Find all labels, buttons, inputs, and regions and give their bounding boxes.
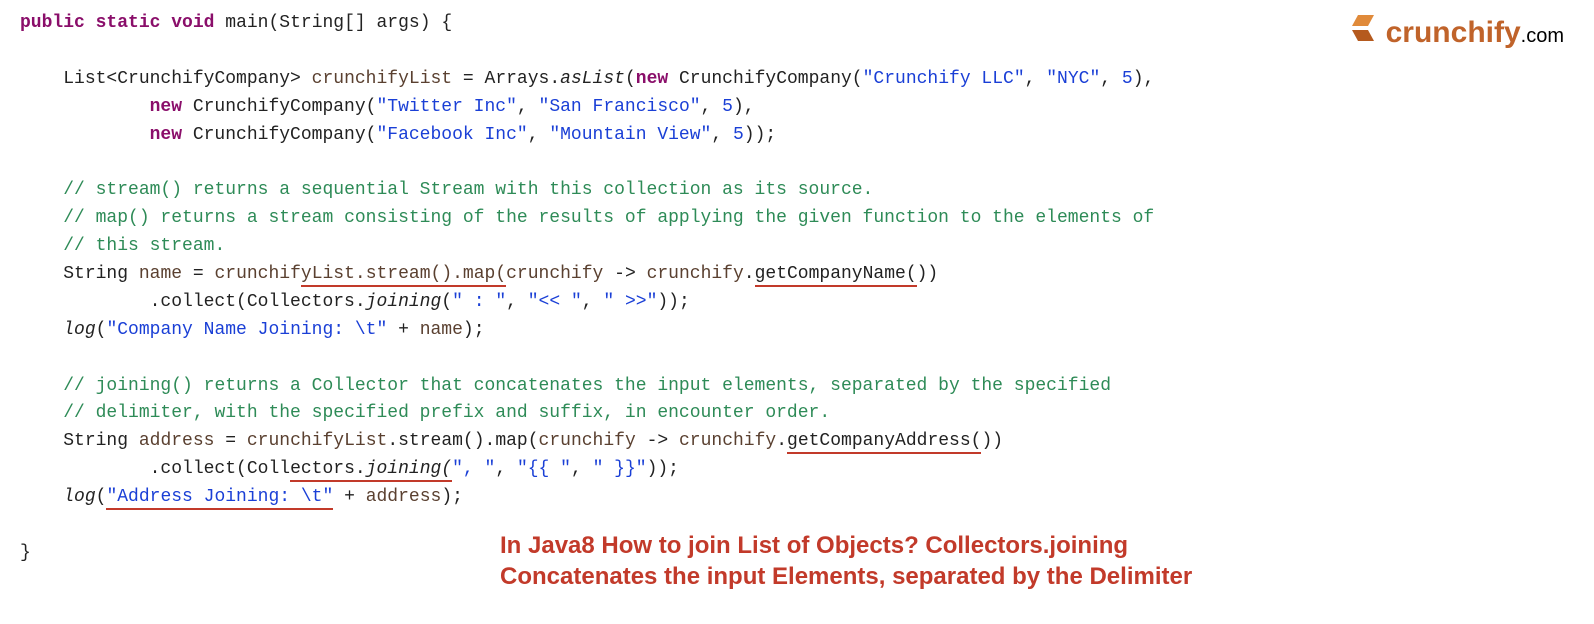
a1c: .stream().map(: [387, 431, 538, 451]
kw-static: static: [96, 13, 161, 33]
log1-str: "Company Name Joining: \t": [106, 320, 387, 340]
l1-s1: "Crunchify LLC": [863, 69, 1025, 89]
l3-s1: "Facebook Inc": [376, 125, 527, 145]
n1-name: name: [139, 264, 182, 284]
caption-line2: Concatenates the input Elements, separat…: [500, 563, 1192, 590]
code-block: public static void main(String[] args) {…: [20, 10, 1574, 568]
col2-join: joining(: [366, 459, 452, 482]
log1b: (: [96, 320, 107, 340]
l1-comp1: CrunchifyCompany(: [668, 69, 862, 89]
caption: In Java8 How to join List of Objects? Co…: [500, 530, 1500, 592]
l1b: = Arrays.: [452, 69, 560, 89]
l1-aslist: asList: [560, 69, 625, 89]
close-brace: }: [20, 543, 31, 563]
l2-comp: CrunchifyCompany(: [182, 97, 376, 117]
a1-name: address: [139, 431, 215, 451]
col1c: ));: [657, 292, 689, 312]
brand-text: crunchify: [1386, 16, 1521, 49]
log2d: );: [441, 487, 463, 507]
l3-s2: "Mountain View": [549, 125, 711, 145]
n1c: crunchify: [506, 264, 603, 284]
comment-1: // stream() returns a sequential Stream …: [63, 180, 873, 200]
log1d: );: [463, 320, 485, 340]
l1c: (: [625, 69, 636, 89]
n1-var: crunchif: [214, 264, 300, 284]
col2c: ));: [647, 459, 679, 479]
l1-end: ),: [1133, 69, 1155, 89]
sig-main: main(String[] args) {: [225, 13, 452, 33]
a1e: ->: [636, 431, 679, 451]
n1b: =: [182, 264, 214, 284]
l3-comp: CrunchifyCompany(: [182, 125, 376, 145]
col1-join: joining: [366, 292, 442, 312]
col2a: .collect(Coll: [150, 459, 290, 479]
caption-line1: In Java8 How to join List of Objects? Co…: [500, 532, 1128, 559]
log2b: (: [96, 487, 107, 507]
l1-s2: "NYC": [1046, 69, 1100, 89]
log2-str: "Address Joining: \t": [106, 487, 333, 510]
log2-var: address: [366, 487, 442, 507]
col1-s2: "<< ": [528, 292, 582, 312]
l1-n: 5: [1122, 69, 1133, 89]
kw-new2: new: [150, 97, 182, 117]
n1g: )): [917, 264, 939, 284]
col1a: .collect(Collectors.: [150, 292, 366, 312]
a1b: =: [214, 431, 246, 451]
kw-new3: new: [150, 125, 182, 145]
log2c: +: [333, 487, 365, 507]
a1-ul: getCompanyAddress(: [787, 431, 981, 454]
col2-s3: " }}": [593, 459, 647, 479]
l1a: List<CrunchifyCompany>: [63, 69, 311, 89]
l3-end: ));: [744, 125, 776, 145]
n1e: crunchify: [647, 264, 744, 284]
a1-var: crunchifyList: [247, 431, 387, 451]
log1a: log: [63, 320, 95, 340]
col1b: (: [441, 292, 452, 312]
n1f: .: [744, 264, 755, 284]
l2-n: 5: [722, 97, 733, 117]
log2a: log: [63, 487, 95, 507]
comment-3: // this stream.: [63, 236, 225, 256]
kw-void: void: [171, 13, 214, 33]
a1d: crunchify: [539, 431, 636, 451]
log1c: +: [387, 320, 419, 340]
n1-ul2: getCompanyName(: [755, 264, 917, 287]
col1-s1: " : ": [452, 292, 506, 312]
a1f: crunchify: [679, 431, 776, 451]
n1d: ->: [603, 264, 646, 284]
l2-end: ),: [733, 97, 755, 117]
col1-s3: " >>": [603, 292, 657, 312]
comment-2: // map() returns a stream consisting of …: [63, 208, 1154, 228]
a1a: String: [63, 431, 139, 451]
brand-logo: crunchify.com: [1344, 10, 1564, 57]
n1-ul1: yList.stream().map(: [301, 264, 506, 287]
n1a: String: [63, 264, 139, 284]
comment-5: // delimiter, with the specified prefix …: [63, 403, 830, 423]
comment-4: // joining() returns a Collector that co…: [63, 376, 1111, 396]
kw-public: public: [20, 13, 85, 33]
col2-s2: "{{ ": [517, 459, 571, 479]
kw-new1: new: [636, 69, 668, 89]
l3-n: 5: [733, 125, 744, 145]
a1h: )): [981, 431, 1003, 451]
col2-ul: ectors.: [290, 459, 366, 482]
log1-var: name: [420, 320, 463, 340]
l2-s1: "Twitter Inc": [376, 97, 516, 117]
crunchify-logo-icon: [1344, 11, 1380, 58]
brand-suffix: .com: [1521, 25, 1564, 47]
l2-s2: "San Francisco": [539, 97, 701, 117]
l1-var: crunchifyList: [312, 69, 452, 89]
col2-s1: ", ": [452, 459, 495, 479]
a1g: .: [776, 431, 787, 451]
